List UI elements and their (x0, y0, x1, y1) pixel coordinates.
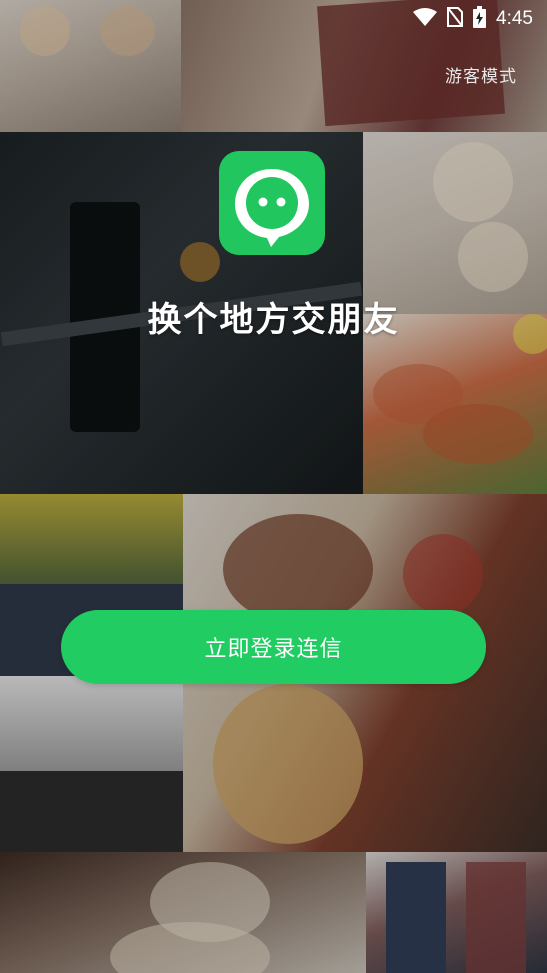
sim-icon (447, 7, 464, 31)
login-button[interactable]: 立即登录连信 (61, 610, 486, 684)
status-time: 4:45 (496, 8, 533, 29)
slogan: 换个地方交朋友 (147, 300, 400, 340)
app-logo (219, 151, 325, 255)
background-photo-coffee-table (0, 852, 366, 973)
wifi-icon (413, 8, 438, 30)
guest-mode-link[interactable]: 游客模式 (445, 62, 517, 87)
background-photo-people-street (366, 852, 547, 973)
background-photo-pistachio-flowers (363, 132, 547, 314)
chat-bubble-face-icon (235, 169, 309, 247)
background-photo-railway-street (0, 676, 183, 852)
status-bar: 4:45 (0, 0, 547, 34)
login-button-label: 立即登录连信 (204, 637, 343, 662)
battery-charging-icon (473, 6, 487, 32)
background-photo-salmon-dish (363, 314, 547, 494)
